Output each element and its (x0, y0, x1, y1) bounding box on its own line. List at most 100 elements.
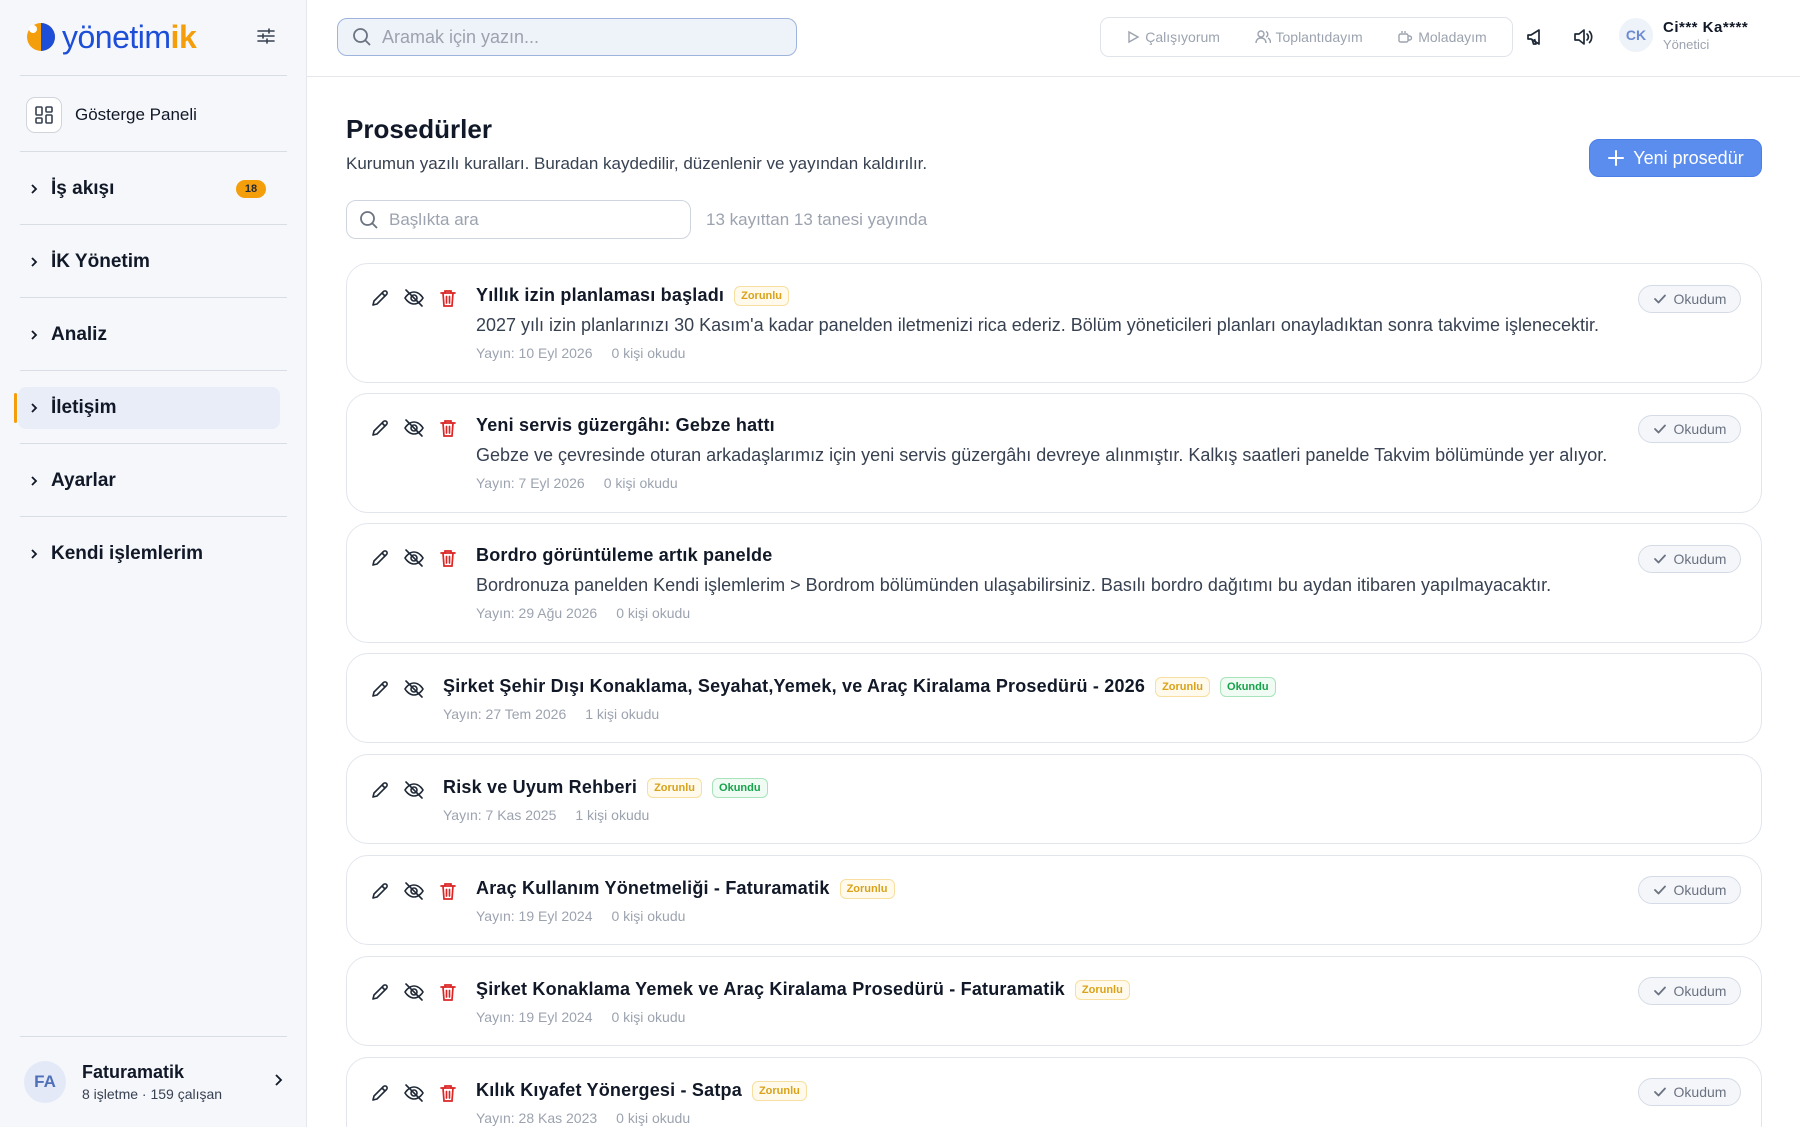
publish-date: Yayın: 27 Tem 2026 (443, 706, 567, 722)
check-icon (1653, 1086, 1667, 1098)
procedure-card: Kılık Kıyafet Yönergesi - Satpa Zorunlu Ya… (346, 1057, 1762, 1127)
page-subtitle: Kurumun yazılı kuralları. Buradan kayded… (346, 154, 928, 173)
procedure-title[interactable]: Kılık Kıyafet Yönergesi - Satpa (476, 1080, 742, 1101)
reader-count: 0 kişi okudu (616, 605, 691, 621)
mark-as-read-button[interactable]: Okudum (1638, 876, 1741, 904)
reader-count: 0 kişi okudu (611, 908, 686, 924)
sidebar-item-label: Kendi işlemlerim (51, 543, 204, 564)
coffee-icon (1398, 31, 1413, 43)
edit-pencil-icon[interactable] (369, 880, 391, 902)
unpublish-eye-off-icon[interactable] (403, 287, 425, 309)
global-search-input[interactable] (382, 26, 782, 48)
status-working-button[interactable]: Çalışıyorum (1126, 29, 1220, 45)
chevron-right-icon (29, 548, 43, 560)
unpublish-eye-off-icon[interactable] (403, 678, 425, 700)
delete-trash-icon[interactable] (437, 287, 459, 309)
delete-trash-icon[interactable] (437, 1082, 459, 1104)
reader-count: 1 kişi okudu (575, 807, 650, 823)
delete-trash-icon[interactable] (437, 880, 459, 902)
sidebar-item-settings[interactable]: Ayarlar (18, 460, 280, 502)
sliders-icon[interactable] (255, 25, 277, 47)
publish-date: Yayın: 7 Eyl 2026 (476, 475, 585, 491)
speaker-icon[interactable] (1572, 26, 1594, 48)
org-meta: 8 işletme · 159 çalışan (82, 1086, 223, 1102)
search-icon (360, 210, 378, 229)
edit-pencil-icon[interactable] (369, 417, 391, 439)
delete-trash-icon[interactable] (437, 417, 459, 439)
reader-count: 0 kişi okudu (611, 345, 686, 361)
chevron-right-icon (29, 329, 43, 341)
sidebar-item-communication[interactable]: İletişim (14, 387, 280, 429)
edit-pencil-icon[interactable] (369, 1082, 391, 1104)
required-badge: Zorunlu (1074, 979, 1130, 1000)
page-title: Prosedürler (346, 114, 492, 144)
divider (20, 75, 287, 76)
delete-trash-icon[interactable] (437, 981, 459, 1003)
check-icon (1653, 423, 1667, 435)
procedure-title[interactable]: Şirket Konaklama Yemek ve Araç Kiralama … (476, 979, 1065, 1000)
chevron-right-icon (275, 1074, 283, 1086)
title-filter-input[interactable] (389, 209, 679, 230)
organization-switcher[interactable]: FA Faturamatik 8 işletme · 159 çalışan (24, 1058, 284, 1106)
unpublish-eye-off-icon[interactable] (403, 417, 425, 439)
status-meeting-button[interactable]: Toplantıdayım (1254, 29, 1363, 45)
procedure-title[interactable]: Yeni servis güzergâhı: Gebze hattı (476, 415, 775, 436)
edit-pencil-icon[interactable] (369, 547, 391, 569)
procedure-description: Bordronuza panelden Kendi işlemlerim > B… (476, 575, 1552, 595)
procedure-title[interactable]: Şirket Şehir Dışı Konaklama, Seyahat,Yem… (443, 676, 1145, 697)
unpublish-eye-off-icon[interactable] (403, 1082, 425, 1104)
read-badge: Okundu (1220, 676, 1276, 697)
edit-pencil-icon[interactable] (369, 287, 391, 309)
play-icon (1128, 30, 1140, 44)
sidebar-item-hr[interactable]: İK Yönetim (18, 241, 280, 283)
user-menu[interactable]: CK Ci*** Ka**** Yönetici (1619, 18, 1748, 52)
divider (20, 443, 287, 444)
check-icon (1653, 553, 1667, 565)
sidebar-item-label: Gösterge Paneli (75, 105, 197, 124)
publish-date: Yayın: 7 Kas 2025 (443, 807, 557, 823)
status-break-button[interactable]: Moladayım (1397, 29, 1487, 45)
edit-pencil-icon[interactable] (369, 678, 391, 700)
mark-as-read-button[interactable]: Okudum (1638, 977, 1741, 1005)
delete-trash-icon[interactable] (437, 547, 459, 569)
title-filter[interactable] (346, 200, 691, 239)
required-badge: Zorunlu (1155, 676, 1211, 697)
unpublish-eye-off-icon[interactable] (403, 779, 425, 801)
logo-mark-icon (27, 23, 55, 51)
procedure-card: Risk ve Uyum Rehberi Zorunlu Okundu Yayın: … (346, 754, 1762, 844)
mark-as-read-button[interactable]: Okudum (1638, 545, 1741, 573)
new-procedure-button[interactable]: Yeni prosedür (1589, 139, 1762, 177)
sidebar-item-analytics[interactable]: Analiz (18, 314, 280, 356)
mark-as-read-button[interactable]: Okudum (1638, 1078, 1741, 1106)
unpublish-eye-off-icon[interactable] (403, 981, 425, 1003)
publish-date: Yayın: 10 Eyl 2026 (476, 345, 593, 361)
publish-date: Yayın: 19 Eyl 2024 (476, 1009, 593, 1025)
users-icon (1254, 30, 1271, 44)
procedure-title[interactable]: Araç Kullanım Yönetmeliği - Faturamatik (476, 878, 830, 899)
edit-pencil-icon[interactable] (369, 981, 391, 1003)
procedure-title[interactable]: Bordro görüntüleme artık panelde (476, 545, 772, 566)
procedure-title[interactable]: Risk ve Uyum Rehberi (443, 777, 637, 798)
chevron-right-icon (29, 183, 43, 195)
reader-count: 0 kişi okudu (611, 1009, 686, 1025)
procedure-title[interactable]: Yıllık izin planlaması başladı (476, 285, 724, 306)
check-icon (1653, 293, 1667, 305)
global-search[interactable] (337, 18, 797, 56)
read-badge: Okundu (712, 777, 768, 798)
unpublish-eye-off-icon[interactable] (403, 547, 425, 569)
publish-date: Yayın: 29 Ağu 2026 (476, 605, 598, 621)
grid-icon (26, 97, 62, 133)
brand-logo[interactable]: yönetimik (24, 16, 197, 58)
sidebar-item-label: Analiz (51, 324, 107, 345)
sidebar-item-my-operations[interactable]: Kendi işlemlerim (18, 533, 280, 575)
sidebar-item-dashboard[interactable]: Gösterge Paneli (26, 96, 197, 134)
mark-as-read-button[interactable]: Okudum (1638, 415, 1741, 443)
mark-as-read-button[interactable]: Okudum (1638, 285, 1741, 313)
procedure-card: Yeni servis güzergâhı: Gebze hattı Gebze … (346, 393, 1762, 513)
megaphone-icon[interactable] (1525, 26, 1547, 48)
sidebar-item-workflow[interactable]: İş akışı 18 (18, 168, 280, 210)
unpublish-eye-off-icon[interactable] (403, 880, 425, 902)
presence-status-group: Çalışıyorum Toplantıdayım Moladayım (1100, 17, 1513, 57)
edit-pencil-icon[interactable] (369, 779, 391, 801)
divider (20, 224, 287, 225)
